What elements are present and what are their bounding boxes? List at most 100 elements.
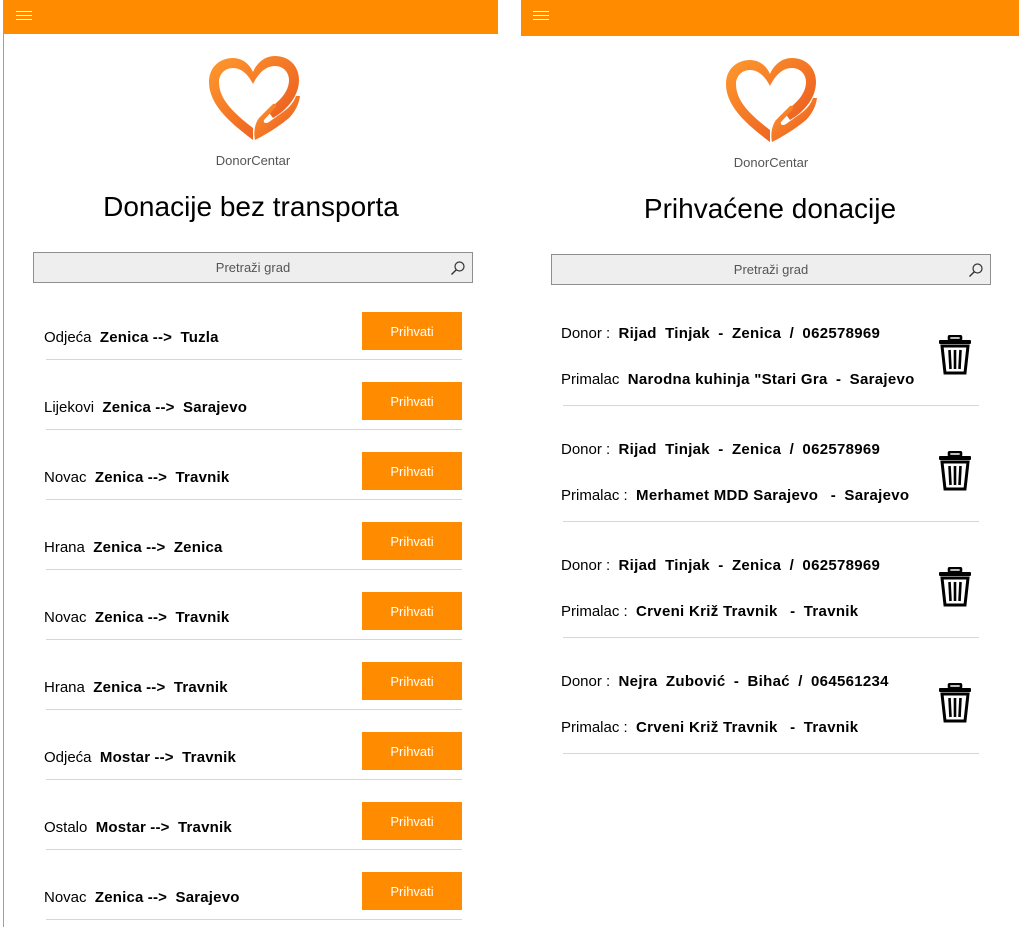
- item-to: Sarajevo: [175, 889, 240, 906]
- item-arrow: -->: [147, 889, 168, 906]
- trash-icon[interactable]: [938, 451, 972, 491]
- donor-label: Donor :: [561, 557, 611, 574]
- accept-button[interactable]: Prihvati: [362, 382, 462, 420]
- search-box: [551, 254, 991, 285]
- item-arrow: -->: [154, 749, 174, 766]
- divider: [46, 849, 462, 850]
- hamburger-menu-icon[interactable]: [533, 11, 549, 21]
- item-category: Odjeća: [44, 329, 92, 346]
- divider: [46, 709, 462, 710]
- donor-phone: 062578969: [802, 557, 881, 574]
- accept-button[interactable]: Prihvati: [362, 872, 462, 910]
- brand-name: DonorCentar: [733, 155, 809, 170]
- item-from: Zenica: [94, 609, 144, 626]
- left-panel: DonorCentar Donacije bez transporta Odje…: [3, 0, 498, 927]
- accept-button[interactable]: Prihvati: [362, 802, 462, 840]
- donation-card: Donor : Rijad Tinjak - Zenica / 06257896…: [561, 307, 979, 423]
- recipient-name: Merhamet MDD Sarajevo: [636, 487, 819, 504]
- item-category: Hrana: [44, 539, 85, 556]
- item-arrow: -->: [147, 469, 168, 486]
- donor-name: Rijad: [618, 557, 657, 574]
- recipient-label: Primalac :: [561, 603, 628, 620]
- list-item: Odjeća Mostar --> Travnik Prihvati: [44, 731, 462, 801]
- brand-name: DonorCentar: [215, 153, 291, 168]
- donation-card: Donor : Rijad Tinjak - Zenica / 06257896…: [561, 423, 979, 539]
- donor-phone: 062578969: [802, 325, 881, 342]
- item-category: Hrana: [44, 679, 85, 696]
- divider: [563, 637, 979, 638]
- donor-surname: Tinjak: [665, 441, 710, 458]
- heart-hand-logo-icon: [726, 58, 817, 142]
- donor-phone: 064561234: [811, 673, 889, 690]
- item-to: Travnik: [175, 609, 230, 626]
- divider: [563, 405, 979, 406]
- list-item: Novac Zenica --> Travnik Prihvati: [44, 591, 462, 661]
- divider: [46, 359, 462, 360]
- recipient-label: Primalac: [561, 371, 620, 388]
- item-category: Lijekovi: [44, 399, 95, 416]
- list-item: Hrana Zenica --> Travnik Prihvati: [44, 661, 462, 731]
- recipient-city: Sarajevo: [849, 371, 915, 388]
- item-arrow: -->: [147, 609, 168, 626]
- list-item: Odjeća Zenica --> Tuzla Prihvati: [44, 311, 462, 381]
- search-icon[interactable]: [968, 262, 984, 278]
- item-to: Travnik: [173, 679, 228, 696]
- accept-button[interactable]: Prihvati: [362, 592, 462, 630]
- item-from: Mostar: [95, 819, 147, 836]
- city-search-input[interactable]: [34, 253, 472, 282]
- item-category: Novac: [44, 469, 87, 486]
- accept-button[interactable]: Prihvati: [362, 662, 462, 700]
- list-item: Novac Zenica --> Travnik Prihvati: [44, 451, 462, 521]
- divider: [46, 569, 462, 570]
- item-from: Zenica: [93, 539, 142, 556]
- donor-city: Zenica: [731, 325, 782, 342]
- divider: [46, 499, 462, 500]
- item-to: Zenica: [173, 539, 223, 556]
- recipient-name: Crveni Križ Travnik: [636, 603, 778, 620]
- item-to: Travnik: [177, 819, 232, 836]
- donor-name: Rijad: [618, 325, 657, 342]
- item-category: Odjeća: [44, 749, 92, 766]
- accept-button[interactable]: Prihvati: [362, 312, 462, 350]
- item-from: Zenica: [102, 399, 152, 416]
- donor-city: Zenica: [731, 441, 782, 458]
- item-arrow: -->: [155, 399, 175, 416]
- divider: [46, 919, 462, 920]
- item-to: Travnik: [175, 469, 230, 486]
- panel-gap: [498, 0, 521, 927]
- donor-surname: Zubović: [665, 673, 726, 690]
- recipient-label: Primalac :: [561, 487, 628, 504]
- item-category: Novac: [44, 889, 87, 906]
- accept-button[interactable]: Prihvati: [362, 522, 462, 560]
- search-box: [33, 252, 473, 283]
- accept-button[interactable]: Prihvati: [362, 732, 462, 770]
- hamburger-menu-icon[interactable]: [16, 11, 32, 21]
- right-panel: DonorCentar Prihvaćene donacije Donor : …: [521, 0, 1019, 927]
- item-arrow: -->: [150, 819, 170, 836]
- divider: [563, 753, 979, 754]
- top-bar: [4, 0, 498, 34]
- donor-surname: Tinjak: [665, 325, 710, 342]
- donor-label: Donor :: [561, 673, 611, 690]
- search-icon[interactable]: [450, 260, 466, 276]
- top-bar: [521, 0, 1019, 36]
- donor-phone: 062578969: [802, 441, 881, 458]
- donation-card: Donor : Nejra Zubović - Bihać / 06456123…: [561, 655, 979, 771]
- trash-icon[interactable]: [938, 567, 972, 607]
- donor-label: Donor :: [561, 441, 611, 458]
- item-to: Tuzla: [180, 329, 219, 346]
- list-item: Lijekovi Zenica --> Sarajevo Prihvati: [44, 381, 462, 451]
- item-from: Zenica: [94, 889, 144, 906]
- donor-city: Zenica: [731, 557, 782, 574]
- heart-hand-logo-icon: [209, 56, 300, 140]
- trash-icon[interactable]: [938, 683, 972, 723]
- city-search-input[interactable]: [552, 255, 990, 284]
- accept-button[interactable]: Prihvati: [362, 452, 462, 490]
- item-from: Mostar: [99, 749, 151, 766]
- recipient-city: Sarajevo: [844, 487, 910, 504]
- trash-icon[interactable]: [938, 335, 972, 375]
- recipient-label: Primalac :: [561, 719, 628, 736]
- recipient-name: Narodna kuhinja "Stari Gra: [627, 371, 828, 388]
- divider: [46, 779, 462, 780]
- list-item: Ostalo Mostar --> Travnik Prihvati: [44, 801, 462, 871]
